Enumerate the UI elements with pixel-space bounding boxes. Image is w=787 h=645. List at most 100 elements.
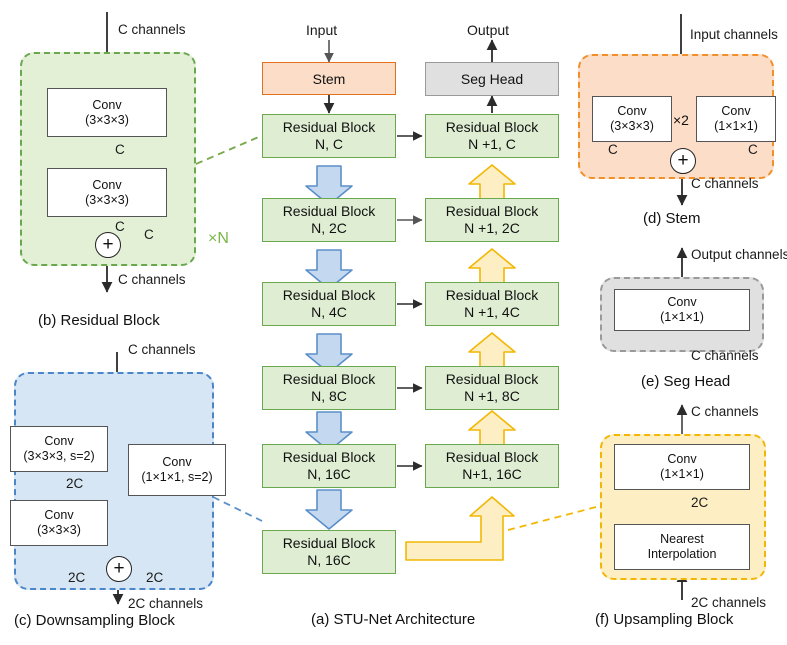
panel-b-mid2-label: C [115, 219, 125, 234]
conv-label-line1: Conv [667, 452, 697, 466]
encoder-block-5[interactable]: Residual Block N, 16C [262, 444, 396, 488]
panel-c-conv1: Conv (3×3×3, s=2) [10, 426, 108, 472]
block-label-line1: Residual Block [445, 370, 539, 387]
block-label-line1: Residual Block [282, 286, 376, 303]
block-label-line2: N, 2C [311, 220, 347, 236]
conv-label-line2: (3×3×3, s=2) [23, 449, 95, 463]
conv-label-line2: (1×1×1, s=2) [141, 470, 213, 484]
block-label-line1: Residual Block [282, 202, 376, 219]
panel-a-caption: (a) STU-Net Architecture [311, 611, 476, 628]
decoder-block-1[interactable]: Residual Block N +1, C [425, 114, 559, 158]
decoder-block-4[interactable]: Residual Block N +1, 8C [425, 366, 559, 410]
conv-label-line1: Conv [92, 177, 122, 192]
block-label-line2: N +1, 2C [464, 220, 520, 236]
encoder-block-3[interactable]: Residual Block N, 4C [262, 282, 396, 326]
block-label-line2: N, 4C [311, 304, 347, 320]
encoder-block-1[interactable]: Residual Block N, C [262, 114, 396, 158]
conv-label-line1: Conv [44, 508, 74, 522]
panel-d-add-node: + [670, 148, 696, 174]
panel-c-right-join-label: 2C [146, 570, 164, 585]
panel-b-add-node: + [95, 232, 121, 258]
conv-label-line2: (1×1×1) [660, 467, 704, 481]
decoder-block-2[interactable]: Residual Block N +1, 2C [425, 198, 559, 242]
interp-label-line1: Nearest [660, 532, 704, 546]
plus-icon: + [113, 558, 125, 579]
panel-c-conv2: Conv (3×3×3) [10, 500, 108, 546]
panel-d-output-label: C channels [691, 176, 759, 191]
panel-d-repeat-label: ×2 [673, 112, 689, 128]
panel-b-conv2: Conv (3×3×3) [47, 168, 167, 217]
panel-c-caption: (c) Downsampling Block [14, 612, 175, 629]
panel-d-input-label: Input channels [690, 27, 778, 42]
panel-e-caption: (e) Seg Head [641, 373, 731, 390]
block-label-line1: Residual Block [445, 118, 539, 135]
panel-e-conv: Conv (1×1×1) [614, 289, 750, 331]
conv-label-line1: Conv [162, 455, 192, 469]
block-label-line1: Residual Block [282, 534, 376, 551]
panel-c-input-label: C channels [128, 342, 196, 357]
panel-f-caption: (f) Upsampling Block [595, 611, 734, 628]
panel-b-repeat-label: ×N [208, 230, 229, 247]
conv-label-line2: (3×3×3) [85, 192, 129, 207]
panel-f-conv: Conv (1×1×1) [614, 444, 750, 490]
decoder-block-3[interactable]: Residual Block N +1, 4C [425, 282, 559, 326]
stem-block[interactable]: Stem [262, 62, 396, 95]
block-label-line2: N, 16C [307, 466, 351, 482]
interp-label-line2: Interpolation [647, 547, 717, 561]
stem-label: Stem [312, 70, 346, 87]
panel-c-left-join-label: 2C [68, 570, 86, 585]
block-label-line1: Residual Block [282, 118, 376, 135]
block-label-line2: N, 8C [311, 388, 347, 404]
block-label-line1: Residual Block [445, 448, 539, 465]
conv-label-line2: (3×3×3) [85, 112, 129, 127]
block-label-line2: N, C [315, 136, 343, 152]
panel-b-mid1-label: C [115, 142, 125, 157]
conv-label-line1: Conv [44, 434, 74, 448]
block-label-line1: Residual Block [445, 202, 539, 219]
upsample-arrow-elbow [405, 496, 515, 561]
conv-label-line1: Conv [721, 104, 751, 118]
conv-label-line1: Conv [667, 295, 697, 309]
block-label-line2: N +1, C [468, 136, 516, 152]
conv-label-line2: (1×1×1) [714, 119, 758, 133]
plus-icon: + [677, 150, 689, 171]
panel-d-right-join-label: C [748, 142, 758, 157]
panel-b-conv1: Conv (3×3×3) [47, 88, 167, 137]
panel-e-output-label: Output channels [691, 247, 787, 262]
seg-head-block[interactable]: Seg Head [425, 62, 559, 96]
panel-b-skip-label: C [144, 227, 154, 242]
encoder-block-6[interactable]: Residual Block N, 16C [262, 530, 396, 574]
encoder-block-4[interactable]: Residual Block N, 8C [262, 366, 396, 410]
panel-b-output-label: C channels [118, 272, 186, 287]
block-label-line2: N +1, 8C [464, 388, 520, 404]
block-label-line2: N +1, 4C [464, 304, 520, 320]
encoder-block-2[interactable]: Residual Block N, 2C [262, 198, 396, 242]
conv-label-line2: (3×3×3) [37, 523, 81, 537]
panel-f-output-label: C channels [691, 404, 759, 419]
decoder-block-5[interactable]: Residual Block N+1, 16C [425, 444, 559, 488]
panel-d-conv-right: Conv (1×1×1) [696, 96, 776, 142]
block-label-line1: Residual Block [282, 370, 376, 387]
panel-c-mid1-label: 2C [66, 476, 84, 491]
panel-d-caption: (d) Stem [643, 210, 701, 227]
panel-f-interpolation: Nearest Interpolation [614, 524, 750, 570]
conv-label-line2: (3×3×3) [610, 119, 654, 133]
panel-d-conv-left: Conv (3×3×3) [592, 96, 672, 142]
block-label-line2: N, 16C [307, 552, 351, 568]
panel-c-conv3: Conv (1×1×1, s=2) [128, 444, 226, 496]
panel-f-mid-label: 2C [691, 495, 709, 510]
panel-a-output-label: Output [467, 22, 510, 38]
downsample-arrow [305, 489, 353, 530]
conv-label-line1: Conv [92, 97, 122, 112]
panel-b-input-label: C channels [118, 22, 186, 37]
panel-a-input-label: Input [306, 22, 338, 38]
panel-c-output-label: 2C channels [128, 596, 204, 611]
conv-label-line2: (1×1×1) [660, 310, 704, 324]
panel-f-input-label: 2C channels [691, 595, 767, 610]
seg-head-label: Seg Head [460, 71, 524, 87]
block-label-line2: N+1, 16C [462, 466, 522, 482]
panel-b-caption: (b) Residual Block [38, 312, 160, 329]
plus-icon: + [102, 234, 114, 255]
conv-label-line1: Conv [617, 104, 647, 118]
block-label-line1: Residual Block [445, 286, 539, 303]
